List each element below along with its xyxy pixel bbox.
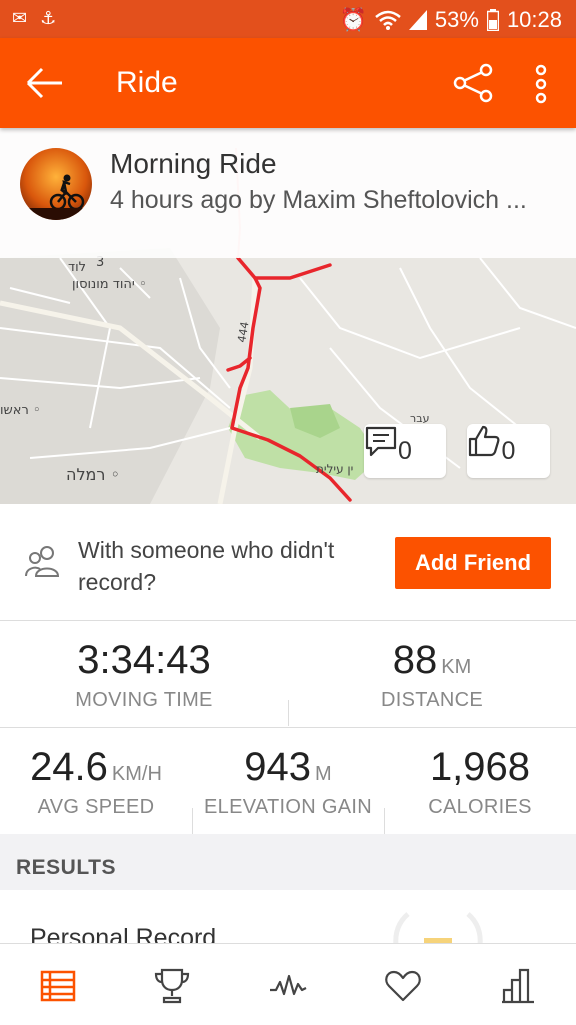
back-arrow-icon[interactable]: [24, 65, 64, 101]
divider: [288, 700, 289, 726]
activity-subtitle[interactable]: 4 hours ago by Maxim Sheftolovich ...: [110, 186, 556, 215]
laurel-trophy-icon: [393, 912, 483, 948]
divider: [192, 808, 193, 834]
voicemail-icon: ✉: [12, 8, 32, 28]
avg-speed-unit: KM/H: [111, 763, 162, 785]
signal-icon: [408, 10, 427, 30]
battery-icon: [486, 9, 499, 31]
results-title: RESULTS: [16, 856, 116, 879]
app-bar: Ride: [0, 38, 576, 128]
stats-bars-icon[interactable]: [498, 966, 538, 1006]
feed-icon[interactable]: [38, 966, 78, 1006]
distance-value: 88: [392, 638, 438, 682]
add-friend-prompt: With someone who didn't record?: [78, 537, 335, 595]
cyclist-avatar-icon: [20, 148, 92, 220]
stat-moving-time: 3:34:43 MOVING TIME: [0, 638, 288, 712]
stat-calories: 1,968 CALORIES: [384, 745, 576, 819]
alarm-icon: ⏰: [339, 7, 367, 32]
page-title: Ride: [116, 66, 178, 99]
distance-label: DISTANCE: [380, 689, 484, 711]
people-icon: [25, 546, 60, 577]
avg-speed-value: 24.6: [30, 745, 108, 789]
elevation-unit: M: [315, 763, 332, 785]
stat-distance: 88 KM DISTANCE: [288, 638, 576, 712]
add-friend-row: With someone who didn't record? Add Frie…: [0, 504, 576, 621]
status-bar: ✉ ⚓ ⏰ 53% 10:28: [0, 0, 576, 38]
map-label-rishon: ראשו ◦: [0, 403, 41, 418]
distance-unit: KM: [441, 656, 472, 678]
status-left-icons: ✉ ⚓: [12, 8, 60, 29]
calories-label: CALORIES: [428, 796, 532, 818]
comment-icon: [365, 426, 397, 457]
kudos-button[interactable]: 0: [467, 424, 550, 478]
clock: 10:28: [506, 7, 562, 32]
stat-elevation: 943 M ELEVATION GAIN: [192, 745, 384, 819]
thumbs-up-icon: [468, 425, 500, 457]
map-label-yehud: יהוד מונוסון ◦: [72, 277, 147, 292]
elevation-value: 943: [244, 745, 312, 789]
activity-header: Morning Ride 4 hours ago by Maxim Shefto…: [0, 128, 576, 258]
avatar[interactable]: [20, 148, 92, 220]
map-label-ein: ין עילית: [316, 462, 353, 476]
moving-time-value: 3:34:43: [77, 638, 211, 682]
map-label-ramla: רמלה ◦: [66, 465, 120, 484]
avg-speed-label: AVG SPEED: [37, 796, 155, 818]
usb-icon: ⚓: [40, 8, 61, 28]
more-vert-icon[interactable]: [528, 62, 554, 106]
add-friend-button[interactable]: Add Friend: [395, 537, 551, 589]
kudos-count: 0: [501, 436, 516, 465]
bottom-nav: [0, 943, 576, 1025]
stat-avg-speed: 24.6 KM/H AVG SPEED: [0, 745, 192, 819]
comments-count: 0: [398, 436, 412, 465]
divider: [0, 727, 576, 728]
share-icon[interactable]: [452, 62, 494, 104]
map-label-lod: לוד: [68, 260, 86, 275]
calories-value: 1,968: [429, 745, 531, 789]
activity-title: Morning Ride: [110, 148, 277, 179]
heart-icon[interactable]: [383, 966, 423, 1006]
moving-time-label: MOVING TIME: [75, 689, 213, 711]
trophy-icon[interactable]: [152, 966, 192, 1006]
divider: [384, 808, 385, 834]
wifi-icon: [375, 10, 401, 30]
elevation-label: ELEVATION GAIN: [204, 796, 372, 818]
battery-percent: 53%: [434, 7, 479, 32]
status-right: ⏰ 53% 10:28: [339, 7, 562, 33]
comments-button[interactable]: 0: [364, 424, 446, 478]
activity-pulse-icon[interactable]: [268, 966, 308, 1006]
results-header: RESULTS: [0, 834, 576, 890]
